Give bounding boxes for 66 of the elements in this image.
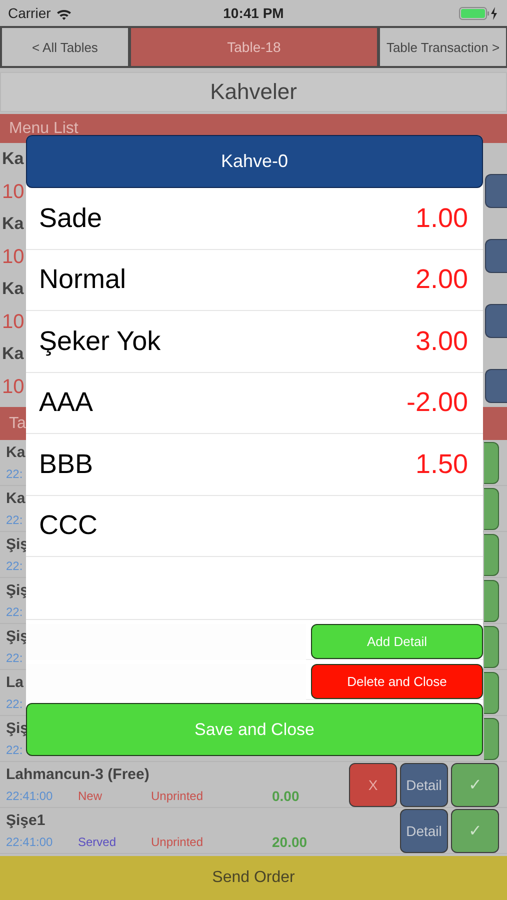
nav-tab[interactable]: < All Tables [0,26,129,68]
order-status: New [78,790,104,802]
order-time: 22: [6,698,24,710]
print-status: Unprinted [151,836,204,848]
detail-button[interactable] [485,369,507,403]
order-amount: 20.00 [272,836,308,848]
option-row[interactable]: Normal 2.00 [26,250,483,311]
nav-tab[interactable]: Table Transaction > [378,26,507,68]
option-name: CCC [39,510,98,542]
delete-button[interactable]: Delete and Close [311,664,483,699]
order-item-name: Ka [6,444,26,460]
option-price: 3.00 [415,326,468,357]
item-name: Ka [2,279,24,299]
confirm-button[interactable] [484,488,499,530]
order-time: 22: [6,468,24,480]
item-name: Ka [2,344,24,364]
order-time: 22: [6,652,24,664]
order-item-name: La [6,674,25,690]
confirm-button[interactable] [484,626,499,668]
option-name: Sade [39,202,102,234]
option-price: 2.00 [415,264,468,296]
item-name: Ka [2,214,24,234]
option-name: Şeker Yok [39,326,161,357]
option-row[interactable]: Sade 1.00 [26,188,483,250]
detail-button[interactable] [485,174,507,208]
option-row[interactable]: Şeker Yok 3.00 [26,311,483,372]
detail-button[interactable] [485,304,507,338]
order-time: 22:41:00 [6,836,54,848]
option-row[interactable]: BBB 1.50 [26,434,483,496]
order-item-name: Lahmancun-3 (Free) [6,766,150,782]
confirm-button[interactable] [484,534,499,576]
order-amount: 0.00 [272,790,300,802]
battery-icon [458,6,499,20]
order-time: 22:41:00 [6,790,54,802]
print-status: Unprinted [151,790,204,802]
confirm-button[interactable] [484,442,499,484]
confirm-button[interactable] [484,672,499,714]
order-time: 22: [6,560,24,572]
order-time: 22: [6,744,24,756]
option-row[interactable]: CCC [26,496,483,557]
confirm-button[interactable] [484,580,499,622]
item-name: Ka [2,149,24,169]
send-order-button[interactable]: Send Order [0,856,507,900]
option-price: 1.50 [415,448,468,480]
order-item-name: Ka [6,490,26,506]
nav-tab[interactable]: Table-18 [129,26,378,68]
detail-button[interactable] [485,239,507,273]
item-price: 10 [2,311,24,334]
order-item-name: Şişe1 [6,812,46,828]
carrier-label: Carrier [8,5,51,21]
detail-button[interactable]: Detail [400,762,448,806]
option-row[interactable]: AAA -2.00 [26,372,483,434]
confirm-button[interactable] [484,718,499,760]
order-time: 22: [6,606,24,618]
order-status: Served [78,836,118,848]
item-price: 10 [2,181,24,204]
option-price: 1.00 [415,202,468,234]
status-time: 10:41 PM [223,5,284,21]
item-price: 10 [2,376,24,399]
option-name: Normal [39,264,126,296]
detail-button[interactable]: Detail [400,808,448,852]
category-title: Kahveler [0,72,507,112]
item-price: 10 [2,246,24,269]
remove-button[interactable]: X [349,762,397,806]
dialog-title: Kahve-0 [26,135,483,188]
option-name: BBB [39,448,94,480]
